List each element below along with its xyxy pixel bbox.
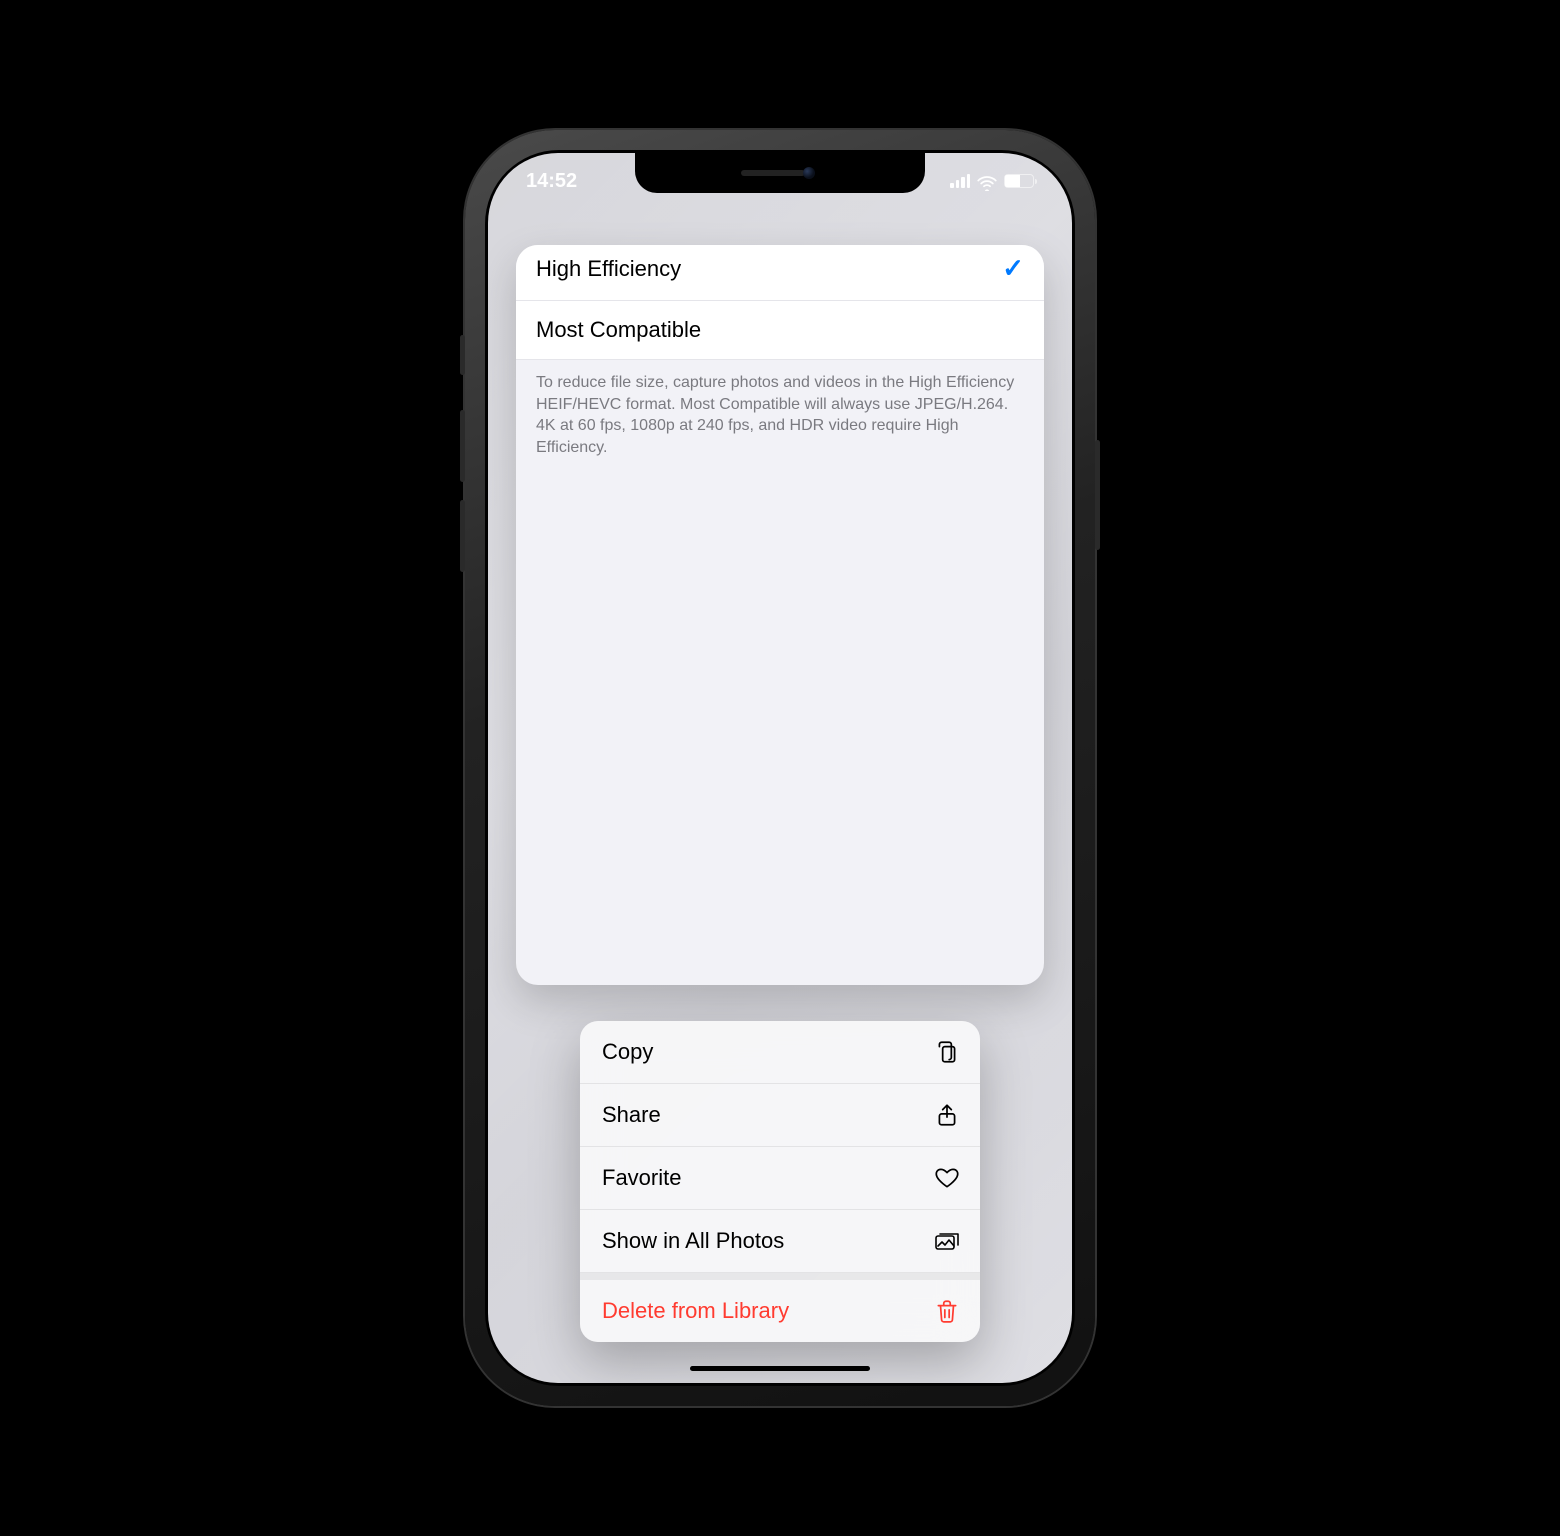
share-icon [934, 1102, 960, 1128]
status-time: 14:52 [526, 170, 577, 193]
option-high-efficiency[interactable]: High Efficiency ✓ [516, 245, 1044, 301]
earpiece-speaker [741, 170, 805, 176]
heart-icon [934, 1165, 960, 1191]
menu-item-label: Show in All Photos [602, 1228, 784, 1254]
front-camera-icon [803, 167, 815, 179]
photos-stack-icon [934, 1228, 960, 1254]
option-label: High Efficiency [536, 256, 681, 282]
menu-item-share[interactable]: Share [580, 1084, 980, 1147]
menu-item-label: Favorite [602, 1165, 681, 1191]
option-most-compatible[interactable]: Most Compatible [516, 301, 1044, 360]
volume-up-button[interactable] [460, 410, 465, 482]
trash-icon [934, 1298, 960, 1324]
settings-list: High Efficiency ✓ Most Compatible [516, 245, 1044, 360]
wifi-icon [977, 174, 997, 188]
phone-bezel: 14:52 High Efficiency ✓ [485, 150, 1075, 1386]
menu-item-label: Share [602, 1102, 661, 1128]
context-menu: Copy Share Favorite [580, 1021, 980, 1342]
menu-item-label: Copy [602, 1039, 653, 1065]
battery-icon [1004, 174, 1034, 188]
power-button[interactable] [1095, 440, 1100, 550]
option-label: Most Compatible [536, 317, 701, 343]
status-indicators [950, 174, 1034, 188]
checkmark-icon: ✓ [1002, 253, 1024, 284]
volume-down-button[interactable] [460, 500, 465, 572]
screenshot-preview[interactable]: High Efficiency ✓ Most Compatible To red… [516, 245, 1044, 985]
menu-item-label: Delete from Library [602, 1298, 789, 1324]
menu-item-show-in-all-photos[interactable]: Show in All Photos [580, 1210, 980, 1273]
menu-item-copy[interactable]: Copy [580, 1021, 980, 1084]
home-indicator[interactable] [690, 1366, 870, 1371]
menu-item-delete[interactable]: Delete from Library [580, 1273, 980, 1342]
screen: 14:52 High Efficiency ✓ [488, 153, 1072, 1383]
mute-switch[interactable] [460, 335, 465, 375]
notch [635, 153, 925, 193]
cellular-signal-icon [950, 174, 970, 188]
copy-icon [934, 1039, 960, 1065]
settings-footer-note: To reduce file size, capture photos and … [516, 360, 1044, 470]
menu-item-favorite[interactable]: Favorite [580, 1147, 980, 1210]
phone-frame: 14:52 High Efficiency ✓ [465, 130, 1095, 1406]
